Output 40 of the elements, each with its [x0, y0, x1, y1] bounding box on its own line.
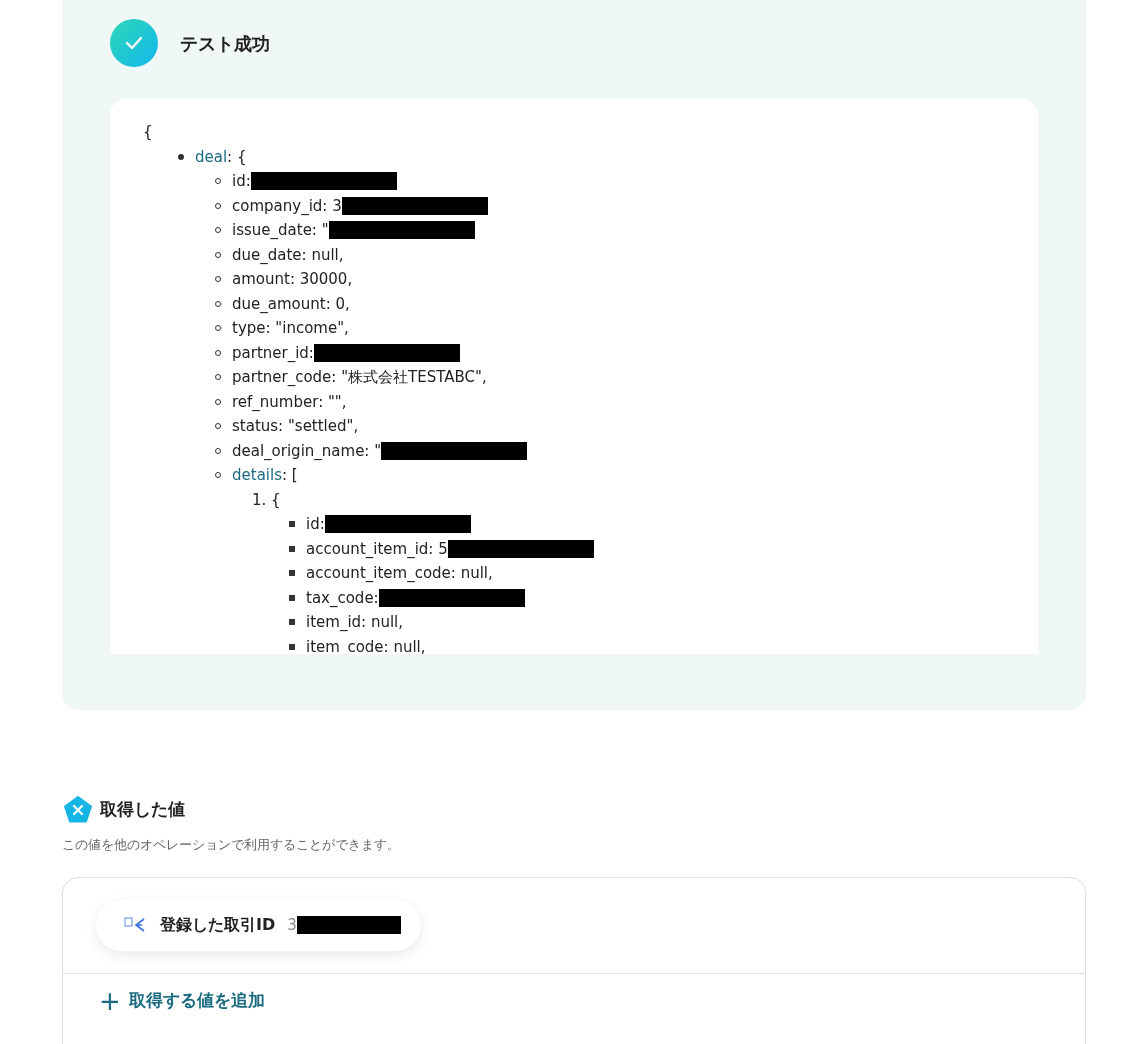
bullet-icon	[289, 545, 295, 552]
json-key: details	[232, 463, 282, 488]
json-line: {	[271, 489, 281, 511]
result-title: テスト成功	[180, 31, 270, 56]
section-title: 取得した値	[100, 797, 185, 821]
json-line: tax_code:	[306, 587, 379, 609]
json-line: status: "settled",	[232, 416, 359, 437]
json-line: ref_number: "",	[232, 391, 347, 413]
json-key: deal	[195, 144, 228, 169]
json-line: id:	[232, 171, 251, 192]
json-line: company_id: 3	[232, 195, 342, 217]
section-description: この値を他のオペレーションで利用することができます。	[62, 836, 401, 854]
json-line: account_item_id: 5	[306, 538, 448, 560]
list-number: 1.	[252, 489, 268, 511]
json-text: : {	[227, 146, 247, 168]
json-line: account_item_code: null,	[306, 563, 493, 584]
bullet-icon	[289, 643, 295, 650]
json-line: item_id: null,	[306, 612, 404, 633]
add-value-button[interactable]: + 取得する値を追加	[63, 973, 301, 1028]
bullet-icon	[289, 619, 295, 626]
json-brace: {	[143, 122, 153, 143]
bullet-icon	[289, 521, 295, 528]
value-text: 3	[287, 914, 297, 936]
json-line: due_date: null,	[232, 244, 344, 266]
bullet-icon	[289, 594, 295, 601]
json-line: deal_origin_name: "	[232, 440, 382, 462]
json-text: : [	[282, 465, 298, 486]
value-label: 登録した取引ID	[160, 914, 276, 936]
json-line: issue_date: "	[232, 220, 329, 241]
json-line: partner_code: "株式会社TESTABC",	[232, 367, 487, 388]
json-line: partner_id:	[232, 342, 314, 364]
json-line: amount: 30000,	[232, 269, 353, 290]
variable-icon	[62, 796, 92, 823]
data-icon	[124, 916, 146, 934]
json-line: item_code: null,	[306, 636, 426, 654]
json-line: id:	[306, 514, 325, 535]
bullet-icon	[178, 153, 184, 160]
json-line: type: "income",	[232, 318, 349, 339]
json-line: due_amount: 0,	[232, 293, 350, 315]
bullet-icon	[289, 570, 295, 577]
